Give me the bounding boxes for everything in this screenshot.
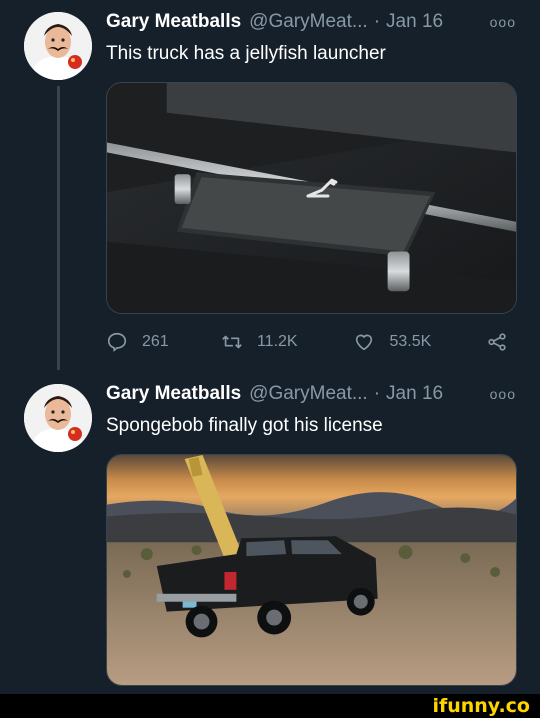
user-handle[interactable]: @GaryMeat...	[249, 10, 368, 34]
retweet-button[interactable]: 11.2K	[221, 331, 354, 353]
tweet-2[interactable]: Gary Meatballs @GaryMeat... · Jan 16 ooo…	[0, 372, 540, 694]
tweet-header: Gary Meatballs @GaryMeat... · Jan 16 ooo	[106, 10, 516, 34]
avatar-image	[24, 12, 92, 80]
tweet-date[interactable]: Jan 16	[386, 10, 443, 34]
tweet-text: This truck has a jellyfish launcher	[106, 43, 386, 64]
reply-icon	[107, 332, 127, 352]
tweet-1[interactable]: Gary Meatballs @GaryMeat... · Jan 16 ooo…	[0, 0, 540, 370]
avatar-image	[24, 384, 92, 452]
user-handle[interactable]: @GaryMeat...	[249, 382, 368, 406]
display-name[interactable]: Gary Meatballs	[106, 382, 241, 406]
display-name[interactable]: Gary Meatballs	[106, 10, 241, 34]
retweet-icon	[222, 335, 242, 349]
separator: ·	[373, 383, 381, 404]
more-icon[interactable]: ooo	[490, 10, 516, 34]
share-button[interactable]	[486, 331, 522, 353]
reply-count: 261	[142, 333, 169, 350]
reply-button[interactable]: 261	[106, 331, 221, 353]
tweet-header: Gary Meatballs @GaryMeat... · Jan 16 ooo	[106, 382, 516, 406]
retweet-count: 11.2K	[256, 333, 298, 350]
like-count: 53.5K	[389, 333, 432, 350]
truck-button-image	[107, 83, 516, 313]
like-button[interactable]: 53.5K	[353, 331, 486, 353]
heart-icon	[356, 334, 373, 351]
thread-line	[57, 86, 60, 370]
tweet-media-truck-button[interactable]	[106, 82, 517, 314]
tweet-actions: 261 11.2K 53.5K	[106, 327, 522, 357]
tweet-text: Spongebob finally got his license	[106, 415, 383, 436]
tweet-date[interactable]: Jan 16	[386, 382, 443, 406]
more-icon[interactable]: ooo	[490, 382, 516, 406]
share-icon	[488, 333, 506, 351]
avatar[interactable]	[24, 384, 92, 452]
separator: ·	[373, 11, 381, 32]
tweet-media-truck-desert[interactable]	[106, 454, 517, 686]
avatar[interactable]	[24, 12, 92, 80]
ifunny-watermark: ifunny.co	[432, 695, 530, 717]
truck-desert-image	[107, 455, 516, 685]
